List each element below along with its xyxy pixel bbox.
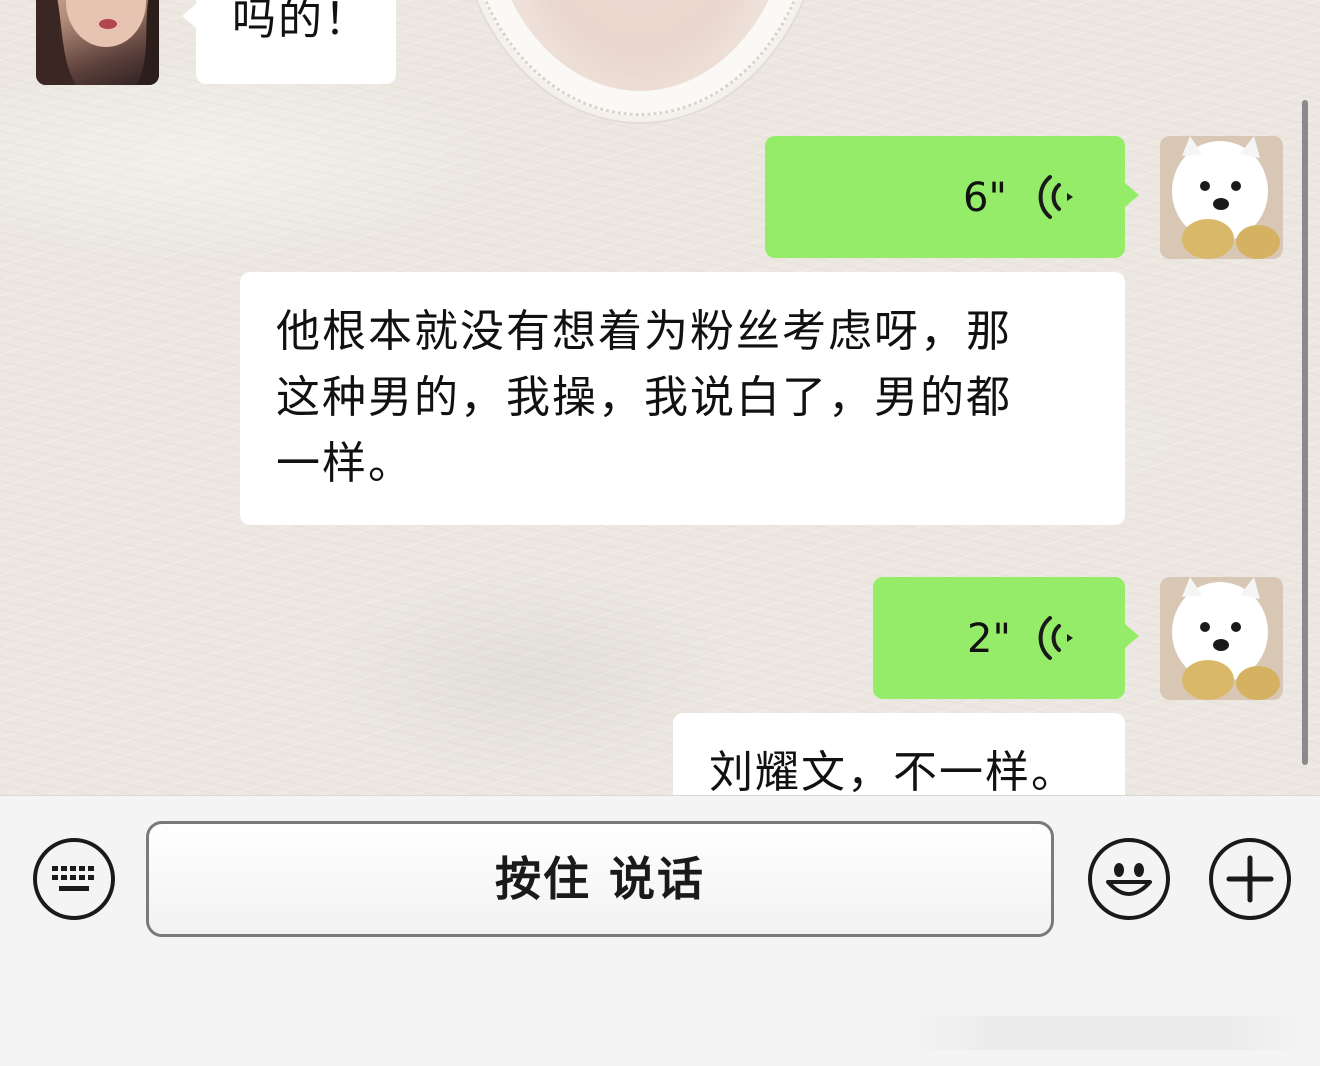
message-line: 他根本就没有想着为粉丝考虑呀，那 [276,306,1012,357]
voice-wave-icon [1038,175,1073,219]
voice-duration: 6" [963,175,1007,221]
message-bubble-received[interactable]: 刘耀文，不一样。 [673,713,1125,795]
voice-message-bubble[interactable]: 6" [765,136,1139,258]
message-bubble-received[interactable]: 吗的！ [182,0,396,84]
watermark [910,1016,1310,1050]
emoji-button[interactable] [1088,838,1170,920]
contact-avatar[interactable] [36,0,159,85]
message-text: 吗的！ [232,0,370,45]
my-avatar[interactable] [1160,577,1283,700]
input-bar: 按住 说话 [0,795,1320,1066]
keyboard-toggle-button[interactable] [33,838,115,920]
message-line: 这种男的，我操，我说白了，男的都 [276,372,1012,423]
dog-avatar-image [1160,136,1283,259]
contact-avatar-image [36,0,159,85]
lace-picture-inner [487,0,793,91]
my-avatar[interactable] [1160,136,1283,259]
more-functions-button[interactable] [1209,838,1291,920]
keyboard-icon [52,866,94,891]
smiley-face-icon [1106,863,1152,896]
chat-scrollbar[interactable] [1302,100,1308,765]
voice-duration: 2" [967,616,1011,662]
decorative-lace-picture [462,0,818,116]
voice-message-bubble[interactable]: 2" [873,577,1139,699]
voice-wave-icon [1038,616,1073,660]
dog-avatar-image [1160,577,1283,700]
message-text: 刘耀文，不一样。 [709,747,1077,795]
chat-area[interactable]: 吗的！ 6" 他根本就没有想着为粉丝考虑呀，那 这种男的，我操，我说白了，男的都… [0,0,1320,795]
message-line: 一样。 [276,438,414,489]
plus-icon [1226,855,1274,903]
hold-to-talk-button[interactable]: 按住 说话 [146,821,1054,937]
message-bubble-received[interactable]: 他根本就没有想着为粉丝考虑呀，那 这种男的，我操，我说白了，男的都 一样。 [240,272,1125,525]
